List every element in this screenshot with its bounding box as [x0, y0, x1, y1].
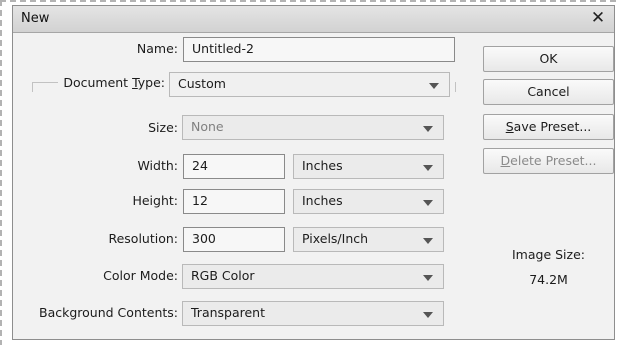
- height-label: Height:: [132, 193, 178, 208]
- title-bar[interactable]: New ✕: [13, 6, 614, 33]
- resolution-label: Resolution:: [108, 231, 178, 246]
- name-field[interactable]: Untitled-2: [183, 37, 455, 62]
- color-mode-label: Color Mode:: [103, 268, 178, 283]
- size-dropdown[interactable]: None: [182, 115, 444, 140]
- save-preset-button[interactable]: Save Preset...: [483, 114, 614, 140]
- dialog-title: New: [21, 11, 50, 26]
- chevron-down-icon: [429, 83, 439, 89]
- background-contents-value: Transparent: [191, 305, 266, 320]
- document-type-label-post: ype:: [137, 75, 165, 90]
- resolution-field[interactable]: 300: [183, 227, 285, 252]
- delete-preset-button[interactable]: Delete Preset...: [483, 148, 614, 174]
- desktop-dash-border-top: [0, 0, 620, 2]
- width-field[interactable]: 24: [183, 154, 285, 179]
- save-preset-label: ave Preset...: [513, 119, 592, 134]
- delete-preset-label: elete Preset...: [510, 153, 597, 168]
- cancel-button[interactable]: Cancel: [483, 79, 614, 105]
- resolution-unit-dropdown[interactable]: Pixels/Inch: [293, 227, 444, 252]
- new-document-dialog: New ✕ Name: Untitled-2 Document Type: Cu…: [12, 5, 615, 340]
- image-size-value: 74.2M: [529, 272, 568, 287]
- chevron-down-icon: [423, 126, 433, 132]
- group-border-left: [32, 82, 33, 92]
- chevron-down-icon: [423, 275, 433, 281]
- background-contents-label: Background Contents:: [39, 305, 178, 320]
- height-field[interactable]: 12: [183, 189, 285, 214]
- background-contents-dropdown[interactable]: Transparent: [182, 301, 444, 326]
- document-type-value: Custom: [178, 76, 226, 91]
- delete-preset-accel: D: [500, 153, 511, 168]
- name-label: Name:: [136, 41, 178, 56]
- document-type-label: Document Type:: [63, 75, 165, 90]
- width-label: Width:: [137, 158, 178, 173]
- chevron-down-icon: [423, 200, 433, 206]
- close-icon[interactable]: ✕: [588, 7, 608, 29]
- height-unit-dropdown[interactable]: Inches: [293, 189, 444, 214]
- document-type-label-pre: Document: [63, 75, 133, 90]
- width-unit-value: Inches: [302, 158, 343, 173]
- document-type-dropdown[interactable]: Custom: [169, 72, 450, 97]
- ok-button[interactable]: OK: [483, 46, 614, 72]
- resolution-unit-value: Pixels/Inch: [302, 231, 369, 246]
- chevron-down-icon: [423, 238, 433, 244]
- chevron-down-icon: [423, 312, 433, 318]
- group-border-right: [455, 82, 456, 92]
- size-label: Size:: [148, 120, 178, 135]
- color-mode-dropdown[interactable]: RGB Color: [182, 264, 444, 289]
- chevron-down-icon: [423, 165, 433, 171]
- desktop-dash-border-left: [0, 0, 2, 345]
- size-value: None: [191, 119, 224, 134]
- image-size-label: Image Size:: [512, 247, 585, 262]
- color-mode-value: RGB Color: [191, 268, 255, 283]
- save-preset-accel: S: [505, 119, 514, 134]
- group-border: [32, 82, 58, 83]
- width-unit-dropdown[interactable]: Inches: [293, 154, 444, 179]
- height-unit-value: Inches: [302, 193, 343, 208]
